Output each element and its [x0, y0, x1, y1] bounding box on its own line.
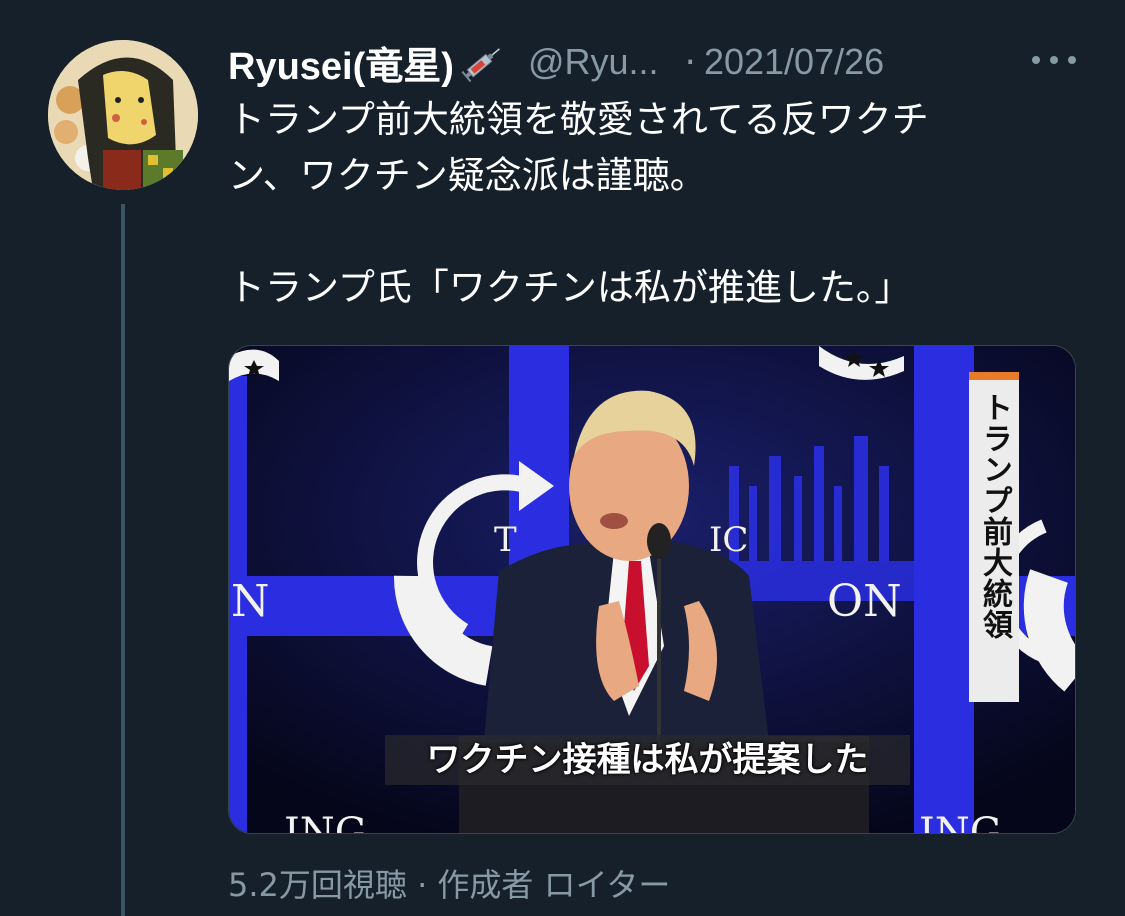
tweet-date[interactable]: 2021/07/26: [704, 41, 884, 83]
syringe-icon: [460, 42, 506, 83]
bottom-text-left: ING: [284, 810, 367, 834]
bottom-text-right: ING: [919, 810, 1002, 834]
tweet-text-line: トランプ氏「ワクチンは私が推進した。」: [228, 266, 912, 309]
avatar[interactable]: [48, 40, 198, 190]
more-icon[interactable]: [1026, 48, 1086, 72]
display-name[interactable]: Ryusei(竜星): [228, 35, 454, 90]
video-source[interactable]: 作成者 ロイター: [437, 866, 670, 904]
separator-dot: ·: [684, 41, 696, 83]
thread-line: [121, 204, 125, 916]
backdrop-text-right: ON: [827, 576, 902, 627]
view-count: 5.2万回視聴: [228, 866, 407, 904]
tweet-header: Ryusei(竜星) @Ryu... · 2021/07/26: [228, 34, 884, 90]
backdrop-text-left: N: [231, 576, 270, 627]
video-caption: ワクチン接種は私が提案した: [426, 740, 869, 780]
avatar-illustration: [48, 40, 198, 190]
side-label: トランプ前大統領: [977, 392, 1012, 640]
footer-separator: ·: [417, 866, 428, 904]
tweet-text-line: トランプ前大統領を敬愛されてる反ワクチ: [228, 98, 929, 141]
backdrop-text-center: T: [494, 520, 517, 560]
tweet-text: トランプ前大統領を敬愛されてる反ワクチ ン、ワクチン疑念派は謹聴。 トランプ氏「…: [228, 92, 1048, 316]
video-footer: 5.2万回視聴 · 作成者 ロイター: [228, 860, 670, 906]
user-handle[interactable]: @Ryu...: [528, 41, 659, 83]
tweet-text-line: ン、ワクチン疑念派は謹聴。: [228, 154, 707, 197]
